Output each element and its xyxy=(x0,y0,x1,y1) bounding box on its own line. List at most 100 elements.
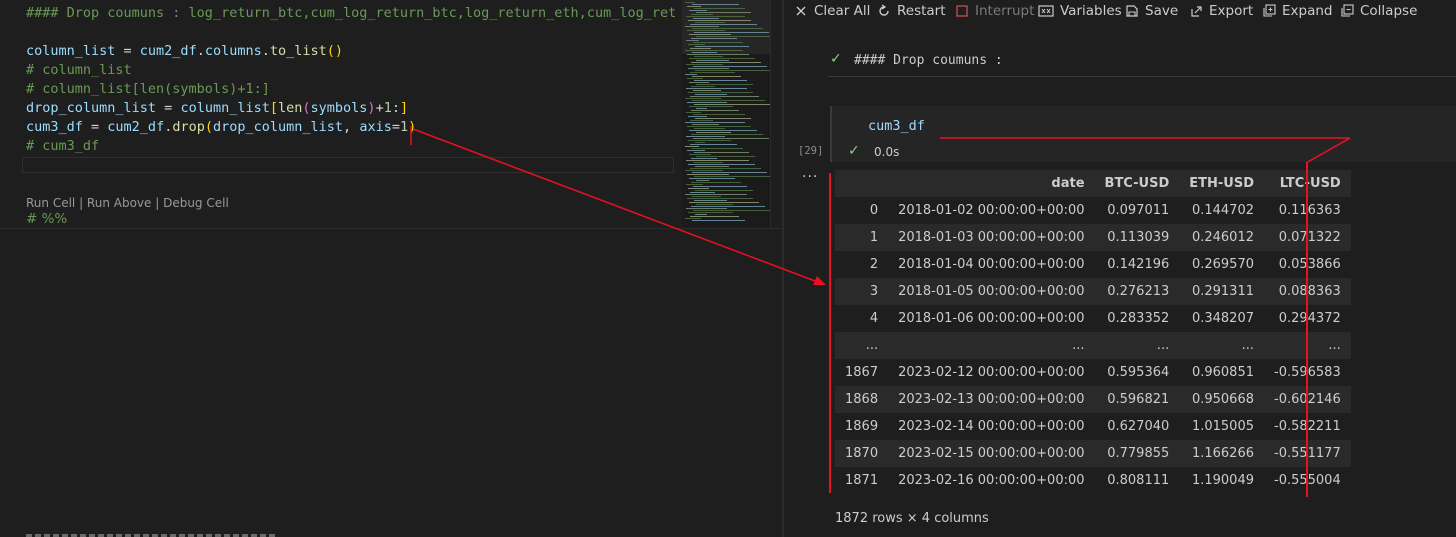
minimap-line xyxy=(689,202,759,203)
minimap-line xyxy=(694,56,723,57)
table-cell: ... xyxy=(1328,338,1341,353)
row-index: 1869 xyxy=(845,419,879,434)
minimap-line xyxy=(685,218,701,219)
column-header xyxy=(835,170,888,197)
table-cell: 0.097011 xyxy=(1107,203,1170,218)
minimap-line xyxy=(685,122,745,123)
row-index: 1870 xyxy=(845,446,879,461)
minimap-line xyxy=(685,98,721,99)
code-token: cum2_df xyxy=(107,119,165,135)
row-index: 0 xyxy=(869,203,879,218)
code-token: , xyxy=(343,119,360,135)
current-line-highlight[interactable] xyxy=(22,157,674,173)
minimap-slider[interactable] xyxy=(682,0,770,54)
code-line[interactable]: # column_list[len(symbols)+1:] xyxy=(26,80,270,99)
code-area[interactable]: #### Drop coumuns : log_return_btc,cum_l… xyxy=(0,0,676,228)
code-token: = xyxy=(115,43,140,59)
codelens-actions[interactable]: Run Cell | Run Above | Debug Cell xyxy=(26,196,229,210)
row-index: ... xyxy=(865,338,879,353)
table-cell: 0.142196 xyxy=(1107,257,1170,272)
table-cell: 0.950668 xyxy=(1191,392,1254,407)
restart-button[interactable]: Restart xyxy=(877,3,946,19)
minimap-line xyxy=(691,134,763,135)
minimap-line xyxy=(694,152,749,153)
interrupt-button[interactable]: Interrupt xyxy=(955,3,1034,19)
minimap-line xyxy=(695,142,705,143)
minimap-line xyxy=(694,128,725,129)
minimap-line xyxy=(690,72,735,73)
minimap-line xyxy=(691,158,717,159)
minimap-line xyxy=(691,62,761,63)
code-line[interactable]: # cum3_df xyxy=(26,137,99,156)
save-button[interactable]: Save xyxy=(1125,3,1178,19)
minimap-line xyxy=(687,174,729,175)
code-token: drop_column_list xyxy=(26,100,157,116)
minimap-line xyxy=(695,118,751,119)
row-index: 1871 xyxy=(845,473,879,488)
table-row: 1869 2023-02-14 00:00:00+00:00 0.627040 1.0… xyxy=(835,413,1351,440)
table-cell: 2023-02-13 00:00:00+00:00 xyxy=(898,392,1085,407)
variables-label: Variables xyxy=(1060,3,1122,19)
codelens-text[interactable]: Run Cell | Run Above | Debug Cell xyxy=(26,196,229,210)
export-button[interactable]: Export xyxy=(1189,3,1253,19)
table-cell: 0.088363 xyxy=(1278,284,1341,299)
table-cell: 0.291311 xyxy=(1191,284,1254,299)
table-cell: 1.015005 xyxy=(1191,419,1254,434)
code-editor[interactable]: #### Drop coumuns : log_return_btc,cum_l… xyxy=(0,0,782,537)
table-cell: 0.808111 xyxy=(1107,473,1170,488)
variables-button[interactable]: Variables xyxy=(1038,3,1122,19)
table-cell: -0.555004 xyxy=(1274,473,1341,488)
minimap-line xyxy=(695,70,773,71)
cell-focus-bar xyxy=(830,106,832,162)
table-cell: -0.602146 xyxy=(1274,392,1341,407)
markdown-cell[interactable]: ✓ #### Drop coumuns : xyxy=(828,48,1456,77)
table-row: 4 2018-01-06 00:00:00+00:00 0.283352 0.3482… xyxy=(835,305,1351,332)
execution-count: [29] xyxy=(798,145,824,157)
minimap-line xyxy=(686,184,703,185)
code-line[interactable]: column_list = cum2_df.columns.to_list() xyxy=(26,42,343,61)
restart-label: Restart xyxy=(897,3,946,19)
code-token: len xyxy=(277,100,303,116)
expand-button[interactable]: Expand xyxy=(1262,3,1333,19)
minimap-line xyxy=(690,168,761,169)
code-line[interactable]: # column_list xyxy=(26,61,132,80)
code-token: cum2_df xyxy=(139,43,197,59)
dataframe-table: date BTC-USD ETH-USD LTC-USD 0 2018-01-02 00… xyxy=(835,170,1351,494)
table-cell: 0.960851 xyxy=(1191,365,1254,380)
row-index: 1867 xyxy=(845,365,879,380)
minimap-line xyxy=(687,198,753,199)
expand-icon xyxy=(1262,4,1276,18)
minimap-line xyxy=(693,66,767,67)
minimap-line xyxy=(696,108,707,109)
next-cell-marker: # %% xyxy=(26,211,68,227)
execution-duration: 0.0s xyxy=(874,145,900,159)
code-line[interactable]: drop_column_list = column_list[len(symbo… xyxy=(26,99,408,118)
minimap-line xyxy=(692,172,767,173)
cell-input-code[interactable]: cum3_df xyxy=(868,118,925,134)
code-token: # column_list[len(symbols)+1:] xyxy=(26,81,270,97)
minimap-line xyxy=(688,92,753,93)
editor-scrollbar[interactable] xyxy=(770,0,782,228)
code-line[interactable]: #### Drop coumuns : log_return_btc,cum_l… xyxy=(26,4,676,23)
success-check-icon: ✓ xyxy=(848,143,860,159)
code-cell[interactable]: cum3_df xyxy=(830,106,1456,162)
minimap-line xyxy=(692,100,765,101)
output-menu-icon[interactable]: ... xyxy=(802,165,818,181)
variables-icon xyxy=(1038,4,1054,18)
minimap-line xyxy=(686,88,747,89)
code-token: cum3_df xyxy=(26,119,83,135)
column-header: BTC-USD xyxy=(1104,176,1170,191)
table-cell: 1.166266 xyxy=(1191,446,1254,461)
minimap-line xyxy=(692,196,721,197)
clear-all-button[interactable]: Clear All xyxy=(794,3,870,19)
export-icon xyxy=(1189,4,1203,18)
code-token: [ xyxy=(269,100,278,116)
dataframe-shape: 1872 rows × 4 columns xyxy=(835,511,989,526)
code-token: symbols xyxy=(310,100,368,116)
minimap-line xyxy=(696,156,755,157)
table-cell: 0.627040 xyxy=(1107,419,1170,434)
table-cell: -0.582211 xyxy=(1274,419,1341,434)
code-line[interactable]: cum3_df = cum2_df.drop(drop_column_list,… xyxy=(26,118,416,137)
collapse-button[interactable]: Collapse xyxy=(1340,3,1417,19)
minimap-line xyxy=(693,138,769,139)
